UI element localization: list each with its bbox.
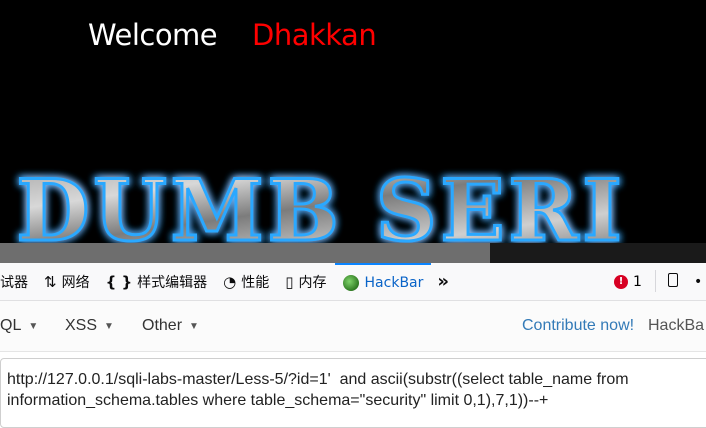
url-text[interactable]: http://127.0.0.1/sqli-labs-master/Less-5… bbox=[7, 369, 706, 411]
welcome-label: Welcome bbox=[88, 18, 218, 52]
tab-label: 试器 bbox=[0, 274, 28, 291]
url-line-2: information_schema.tables where table_sc… bbox=[7, 392, 549, 409]
banner-text: I DUMB SERI bbox=[0, 161, 626, 243]
toolbar-divider bbox=[655, 270, 656, 292]
error-icon: ! bbox=[614, 274, 628, 289]
chevron-double-right-icon[interactable]: » bbox=[431, 271, 455, 292]
dock-side-icon[interactable] bbox=[668, 273, 678, 287]
contribute-link[interactable]: Contribute now! bbox=[522, 317, 634, 335]
style-editor-icon: { } bbox=[105, 272, 133, 291]
menu-label: Other bbox=[142, 317, 183, 334]
tab-memory[interactable]: ▯ 内存 bbox=[277, 263, 334, 300]
menu-other[interactable]: Other ▼ bbox=[142, 317, 199, 335]
menu-xss[interactable]: XSS ▼ bbox=[65, 317, 114, 335]
hackbar-menu: QL ▼ XSS ▼ Other ▼ Contribute now! HackBa bbox=[0, 301, 706, 352]
tab-inspector[interactable]: 试器 bbox=[0, 263, 36, 300]
tab-style-editor[interactable]: { } 样式编辑器 bbox=[98, 263, 216, 300]
hackbar-icon bbox=[342, 274, 359, 291]
menu-label: XSS bbox=[65, 317, 98, 334]
menu-sql[interactable]: QL ▼ bbox=[0, 317, 38, 335]
tab-label: 网络 bbox=[61, 274, 90, 291]
menu-label: QL bbox=[0, 317, 22, 334]
tab-label: 样式编辑器 bbox=[137, 274, 208, 291]
horizontal-scrollbar[interactable] bbox=[0, 243, 706, 263]
caret-down-icon: ▼ bbox=[189, 320, 199, 332]
devtools-tabbar: 试器 ⇅ 网络 { } 样式编辑器 ◔ 性能 ▯ 内存 HackBar » bbox=[0, 263, 706, 301]
url-line-1: http://127.0.0.1/sqli-labs-master/Less-5… bbox=[7, 371, 629, 388]
tab-performance[interactable]: ◔ 性能 bbox=[215, 263, 277, 300]
user-name: Dhakkan bbox=[252, 18, 377, 52]
network-icon: ⇅ bbox=[44, 272, 57, 291]
scrollbar-thumb[interactable] bbox=[0, 243, 490, 263]
banner-logo: I DUMB SERI bbox=[0, 160, 626, 243]
webpage-viewport: Welcome Dhakkan I DUMB SERI bbox=[0, 0, 706, 243]
url-textarea[interactable]: http://127.0.0.1/sqli-labs-master/Less-5… bbox=[0, 358, 706, 428]
memory-icon: ▯ bbox=[285, 272, 294, 291]
hackbar-brand: HackBa bbox=[648, 317, 705, 334]
tab-hackbar[interactable]: HackBar bbox=[334, 263, 432, 300]
caret-down-icon: ▼ bbox=[104, 320, 114, 332]
tab-label: 性能 bbox=[241, 274, 270, 291]
tab-label: 内存 bbox=[298, 274, 327, 291]
tab-network[interactable]: ⇅ 网络 bbox=[36, 263, 98, 300]
error-count: 1 bbox=[633, 273, 642, 290]
performance-icon: ◔ bbox=[223, 272, 237, 291]
tab-label: HackBar bbox=[364, 274, 424, 291]
error-count-indicator[interactable]: ! 1 bbox=[614, 263, 642, 300]
caret-down-icon: ▼ bbox=[28, 320, 39, 332]
more-options-icon[interactable]: • bbox=[694, 274, 702, 290]
